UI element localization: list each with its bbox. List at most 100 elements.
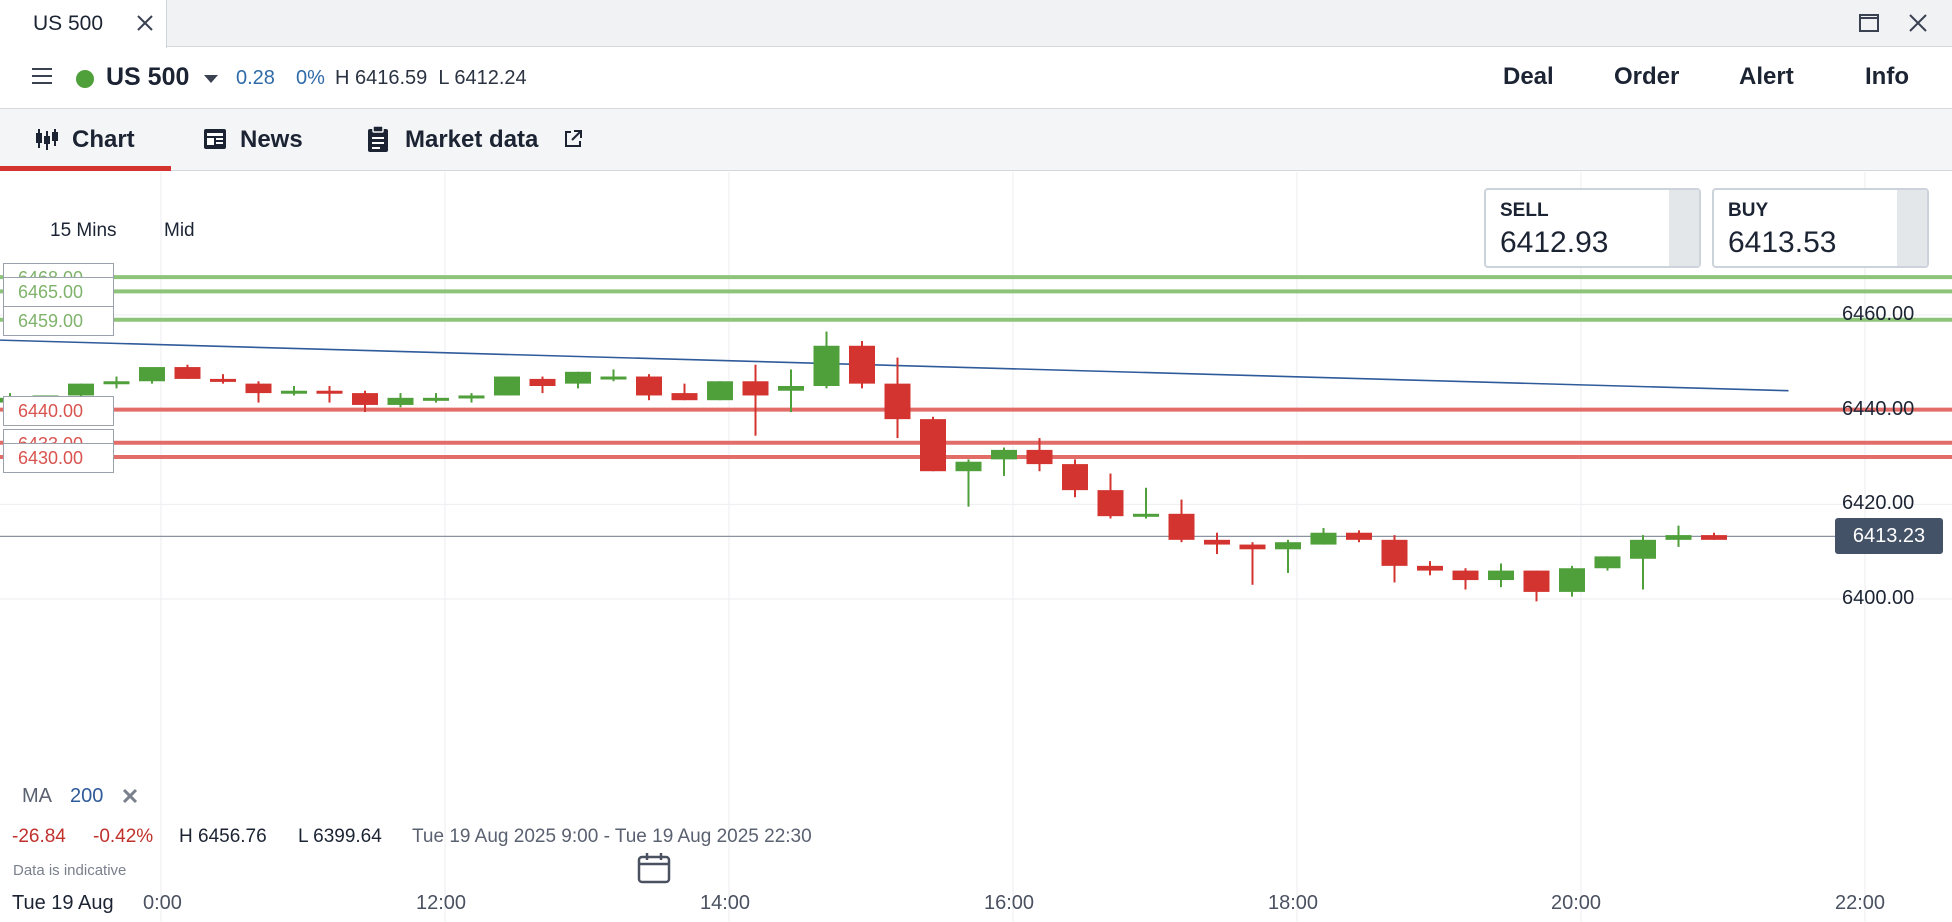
app-window: US 500 US 500 0.28 0% H 6416.59 L 6412.2… bbox=[0, 0, 1952, 922]
candle-down bbox=[245, 383, 272, 394]
period-change-points: -26.84 bbox=[12, 826, 66, 847]
tab-news-label: News bbox=[240, 126, 303, 153]
close-icon[interactable] bbox=[132, 10, 158, 36]
period-high: H 6456.76 bbox=[179, 826, 267, 847]
instrument-header: US 500 0.28 0% H 6416.59 L 6412.24 Deal … bbox=[0, 48, 1952, 109]
clipboard-icon bbox=[368, 125, 388, 152]
tab-market-data-label: Market data bbox=[405, 126, 539, 153]
candle-up bbox=[1275, 542, 1301, 550]
price-level-tag[interactable]: 6430.00 bbox=[3, 442, 114, 473]
tab-market-data[interactable]: Market data bbox=[362, 109, 602, 171]
candle-down bbox=[1026, 449, 1053, 465]
candle-up bbox=[707, 381, 733, 401]
x-axis-label: 16:00 bbox=[984, 892, 1035, 914]
candle-up bbox=[1133, 513, 1159, 517]
candle-down bbox=[1523, 570, 1550, 592]
candle-down bbox=[1452, 570, 1479, 581]
candle-down bbox=[636, 376, 662, 396]
candle-up bbox=[103, 381, 130, 385]
candle-down bbox=[1239, 544, 1266, 550]
y-axis-label: 6440.00 bbox=[1842, 397, 1915, 420]
tab-news[interactable]: News bbox=[196, 109, 316, 171]
candle-down bbox=[671, 393, 698, 401]
candle-down bbox=[849, 345, 875, 384]
high-low-values: H 6416.59 L 6412.24 bbox=[335, 67, 527, 89]
x-axis-date: Tue 19 Aug bbox=[12, 892, 114, 914]
candle-up bbox=[139, 367, 165, 382]
sell-button[interactable]: SELL 6412.93 bbox=[1484, 188, 1701, 268]
indicator-period[interactable]: 200 bbox=[70, 785, 103, 808]
candle-down bbox=[742, 381, 769, 396]
y-axis-label: 6420.00 bbox=[1842, 492, 1915, 515]
candle-up bbox=[1630, 539, 1656, 559]
view-tabs: Chart News Market data bbox=[0, 109, 1952, 171]
buy-button-strip bbox=[1897, 190, 1927, 266]
candle-up bbox=[1310, 532, 1337, 545]
price-level-tag[interactable]: 6459.00 bbox=[3, 305, 114, 336]
order-button[interactable]: Order bbox=[1614, 63, 1679, 91]
sell-button-strip bbox=[1669, 190, 1699, 266]
candle-down bbox=[1204, 539, 1230, 545]
info-button[interactable]: Info bbox=[1865, 63, 1909, 91]
candle-down bbox=[174, 367, 201, 379]
last-price-label: 6413.23 bbox=[1835, 518, 1943, 555]
period-low: L 6399.64 bbox=[298, 826, 382, 847]
window-tab-title: US 500 bbox=[33, 12, 104, 35]
tab-chart-label: Chart bbox=[72, 126, 135, 153]
x-axis-label: 22:00 bbox=[1835, 892, 1886, 914]
chart-area[interactable]: 15 Mins Mid 6468.006465.006459.006440.00… bbox=[0, 172, 1952, 922]
candle-down bbox=[352, 393, 378, 405]
candle-down bbox=[1417, 565, 1443, 571]
candle-up bbox=[813, 345, 840, 386]
price-chart[interactable] bbox=[0, 172, 1952, 922]
external-link-icon bbox=[565, 130, 582, 147]
x-axis-label: 0:00 bbox=[143, 892, 182, 914]
candle-up bbox=[281, 390, 307, 394]
chevron-down-icon[interactable] bbox=[202, 70, 220, 88]
price-type-selector[interactable]: Mid bbox=[164, 220, 195, 242]
candle-up bbox=[1665, 535, 1692, 540]
candle-up bbox=[494, 376, 520, 396]
price-level-tag[interactable]: 6465.00 bbox=[3, 277, 114, 308]
candle-up bbox=[68, 383, 94, 396]
buy-button[interactable]: BUY 6413.53 bbox=[1712, 188, 1929, 268]
candle-up bbox=[458, 395, 485, 399]
remove-indicator-icon[interactable] bbox=[121, 787, 139, 805]
candle-up bbox=[565, 371, 591, 384]
buy-label: BUY bbox=[1728, 200, 1769, 221]
x-axis-label: 20:00 bbox=[1551, 892, 1602, 914]
candle-down bbox=[1381, 539, 1408, 566]
instrument-name[interactable]: US 500 bbox=[106, 63, 189, 92]
period-change-percent: -0.42% bbox=[93, 826, 154, 847]
window-tab[interactable]: US 500 bbox=[0, 0, 167, 48]
candle-down bbox=[210, 378, 236, 382]
buy-price: 6413.53 bbox=[1728, 226, 1837, 259]
candle-down bbox=[1097, 490, 1124, 517]
candle-up bbox=[778, 385, 804, 391]
alert-button[interactable]: Alert bbox=[1739, 63, 1794, 91]
candle-down bbox=[920, 419, 946, 472]
price-level-tag[interactable]: 6440.00 bbox=[3, 395, 114, 426]
candle-up bbox=[1488, 570, 1514, 581]
change-points: 0.28 bbox=[236, 67, 275, 89]
candle-down bbox=[1168, 513, 1195, 540]
indicator-label: MA bbox=[22, 785, 52, 807]
deal-button[interactable]: Deal bbox=[1503, 63, 1554, 91]
timeframe-selector[interactable]: 15 Mins bbox=[50, 220, 117, 242]
period-range: Tue 19 Aug 2025 9:00 - Tue 19 Aug 2025 2… bbox=[412, 826, 812, 847]
calendar-icon[interactable] bbox=[637, 852, 671, 884]
market-status-dot bbox=[76, 70, 94, 88]
candle-down bbox=[1346, 532, 1372, 540]
data-disclaimer: Data is indicative bbox=[13, 862, 127, 879]
newspaper-icon bbox=[204, 129, 226, 149]
candle-up bbox=[1594, 556, 1621, 569]
close-window-icon[interactable] bbox=[1906, 11, 1930, 35]
x-axis-label: 12:00 bbox=[416, 892, 467, 914]
y-axis-label: 6400.00 bbox=[1842, 586, 1915, 609]
hamburger-menu-icon[interactable] bbox=[30, 64, 54, 88]
maximize-icon[interactable] bbox=[1857, 11, 1881, 35]
candle-up bbox=[991, 449, 1017, 460]
tab-chart[interactable]: Chart bbox=[0, 109, 171, 171]
sell-price: 6412.93 bbox=[1500, 226, 1609, 259]
candle-up bbox=[600, 376, 627, 380]
